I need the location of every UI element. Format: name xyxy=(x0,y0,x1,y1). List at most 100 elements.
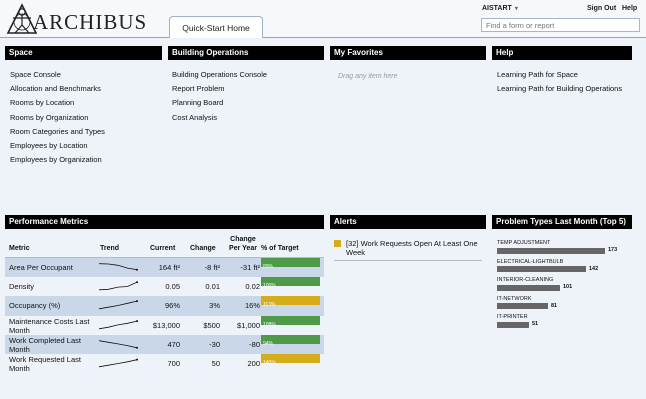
pct-target-bar: 108% xyxy=(261,315,320,328)
pct-target-bar: 100% xyxy=(261,277,320,289)
problem-type-value: 101 xyxy=(563,284,573,290)
change-per-year-value: -80 xyxy=(249,339,260,349)
current-value: $13,000 xyxy=(152,320,180,330)
nav-item-allocation-benchmarks[interactable]: Allocation and Benchmarks xyxy=(10,82,105,96)
problem-type-bar xyxy=(497,247,605,254)
panel-title-help: Help xyxy=(492,46,632,60)
trend-sparkline xyxy=(98,340,138,349)
nav-item-building-operations-console[interactable]: Building Operations Console xyxy=(172,68,267,82)
trend-sparkline xyxy=(98,281,138,291)
change-per-year-value: 0.02 xyxy=(245,282,260,292)
problem-type-bar-item[interactable]: IT-PRINTER 51 xyxy=(497,314,538,328)
current-value: 0.05 xyxy=(165,282,180,292)
col-header-change-per-year: Change Per Year xyxy=(229,236,257,252)
user-menu[interactable]: AISTART ▾ xyxy=(482,5,518,12)
col-header-current: Current xyxy=(150,245,176,252)
current-value: 96% xyxy=(164,301,180,311)
problem-type-label: TEMP ADJUSTMENT xyxy=(497,240,551,246)
table-row[interactable]: Maintenance Costs Last Month $13,000 $500 $… xyxy=(5,315,324,335)
panel-title-my-favorites: My Favorites xyxy=(330,46,486,60)
panel-title-problem-types: Problem Types Last Month (Top 5) xyxy=(492,215,632,229)
change-value: 0.01 xyxy=(205,282,220,292)
alert-text: [32] Work Requests Open At Least One Wee… xyxy=(346,239,478,257)
current-value: 470 xyxy=(167,339,180,349)
metric-name: Maintenance Costs Last Month xyxy=(9,316,90,335)
nav-item-learning-path-building-ops[interactable]: Learning Path for Building Operations xyxy=(497,82,622,96)
pct-target-bar: 94% xyxy=(261,334,320,347)
problem-type-bar-item[interactable]: TEMP ADJUSTMENT 173 xyxy=(497,240,617,254)
header: ARCHIBUS Quick-Start Home AISTART ▾ Sign … xyxy=(0,0,646,39)
table-row[interactable]: Density 0.05 0.01 0.02 100% xyxy=(5,277,324,296)
metric-name: Occupancy (%) xyxy=(9,301,61,311)
problem-type-value: 142 xyxy=(589,265,599,272)
problem-type-value: 81 xyxy=(551,302,558,309)
table-row[interactable]: Occupancy (%) 96% 3% 16% 113% xyxy=(5,296,324,316)
nav-item-space-console[interactable]: Space Console xyxy=(10,68,105,82)
user-name: AISTART xyxy=(482,5,512,12)
help-link[interactable]: Help xyxy=(622,5,637,12)
change-value: 3% xyxy=(209,301,220,311)
favorites-drop-hint[interactable]: Drag any item here xyxy=(338,73,398,80)
pct-target-bar: 140% xyxy=(261,353,320,366)
problem-type-label: IT-PRINTER xyxy=(497,314,528,320)
nav-item-room-categories-types[interactable]: Room Categories and Types xyxy=(10,125,105,139)
search-input[interactable] xyxy=(481,18,640,32)
trend-sparkline xyxy=(98,263,138,271)
trend-sparkline xyxy=(98,300,138,310)
col-header-pct-target: % of Target xyxy=(261,245,299,252)
change-per-year-value: $1,000 xyxy=(237,320,260,330)
logo-text: ARCHIBUS xyxy=(33,10,148,34)
problem-type-value: 173 xyxy=(608,247,618,253)
panel-title-performance-metrics: Performance Metrics xyxy=(5,215,324,229)
space-nav-list: Space Console Allocation and Benchmarks … xyxy=(10,68,105,167)
table-row[interactable]: Work Completed Last Month 470 -30 -80 94% xyxy=(5,334,324,354)
change-value: -30 xyxy=(209,339,220,349)
col-header-trend: Trend xyxy=(100,245,120,252)
panel-title-building-operations: Building Operations xyxy=(168,46,324,60)
metric-name: Work Requested Last Month xyxy=(9,354,81,373)
performance-metrics-table: Metric Trend Current Change Change Per Y… xyxy=(5,230,324,373)
problem-type-label: ELECTRICAL-LIGHTBULB xyxy=(497,258,564,265)
problem-type-bar xyxy=(497,321,529,328)
table-header: Metric Trend Current Change Change Per Y… xyxy=(5,230,324,258)
pct-target-bar: 89% xyxy=(261,258,320,270)
nav-item-planning-board[interactable]: Planning Board xyxy=(172,96,267,110)
nav-item-rooms-by-location[interactable]: Rooms by Location xyxy=(10,96,105,110)
change-per-year-value: 16% xyxy=(244,301,260,311)
tab-quick-start-home[interactable]: Quick-Start Home xyxy=(169,16,263,39)
problem-type-label: INTERIOR-CLEANING xyxy=(497,277,554,283)
change-value: 50 xyxy=(211,358,220,368)
problem-type-bar-item[interactable]: INTERIOR-CLEANING 101 xyxy=(497,277,572,291)
col-header-change: Change xyxy=(190,245,216,252)
problem-type-bar-item[interactable]: ELECTRICAL-LIGHTBULB 142 xyxy=(497,258,598,272)
change-per-year-value: -31 ft² xyxy=(240,263,260,272)
change-value: -8 ft² xyxy=(204,263,220,272)
building-ops-nav-list: Building Operations Console Report Probl… xyxy=(172,68,267,125)
nav-item-learning-path-space[interactable]: Learning Path for Space xyxy=(497,68,622,82)
chevron-down-icon: ▾ xyxy=(514,6,518,12)
trend-sparkline xyxy=(98,358,138,368)
table-row[interactable]: Work Requested Last Month 700 50 200 140% xyxy=(5,353,324,373)
metric-name: Area Per Occupant xyxy=(9,263,73,272)
problem-type-bar-item[interactable]: IT-NETWORK 81 xyxy=(497,295,557,309)
problem-type-bar xyxy=(497,266,586,272)
nav-item-report-problem[interactable]: Report Problem xyxy=(172,82,267,96)
nav-item-employees-by-organization[interactable]: Employees by Organization xyxy=(10,153,105,167)
change-per-year-value: 200 xyxy=(247,358,260,368)
alert-item[interactable]: [32] Work Requests Open At Least One Wee… xyxy=(334,239,482,261)
problem-type-value: 51 xyxy=(532,321,539,327)
trend-sparkline xyxy=(98,319,138,329)
metric-name: Work Completed Last Month xyxy=(9,335,81,354)
problem-type-bar xyxy=(497,303,548,309)
problem-type-label: IT-NETWORK xyxy=(497,295,532,302)
panel-title-alerts: Alerts xyxy=(330,215,486,229)
nav-item-rooms-by-organization[interactable]: Rooms by Organization xyxy=(10,111,105,125)
table-row[interactable]: Area Per Occupant 164 ft² -8 ft² -31 ft² 89% xyxy=(5,258,324,278)
problem-type-bar xyxy=(497,284,560,291)
nav-item-cost-analysis[interactable]: Cost Analysis xyxy=(172,111,267,125)
nav-item-employees-by-location[interactable]: Employees by Location xyxy=(10,139,105,153)
sign-out-link[interactable]: Sign Out xyxy=(587,5,616,12)
change-value: $500 xyxy=(203,320,220,330)
table-body: Area Per Occupant 164 ft² -8 ft² -31 ft² 89%… xyxy=(5,258,324,373)
current-value: 700 xyxy=(167,358,180,368)
